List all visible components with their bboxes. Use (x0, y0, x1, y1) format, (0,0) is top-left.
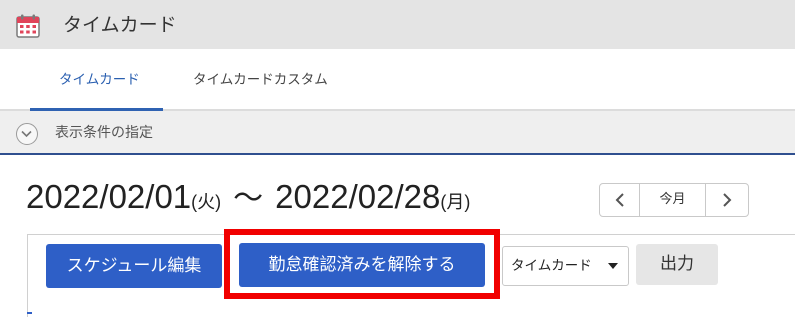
content-edge-mark (27, 312, 32, 314)
filter-bar[interactable]: 表示条件の指定 (0, 111, 795, 155)
schedule-edit-button[interactable]: スケジュール編集 (46, 244, 222, 288)
app-title: タイムカード (63, 14, 177, 36)
tab-timecard-custom[interactable]: タイムカードカスタム (193, 71, 328, 89)
end-date: 2022/02/28 (275, 178, 441, 215)
date-range-heading: 2022/02/01(火) 〜 2022/02/28(月) (26, 172, 470, 222)
tab-timecard[interactable]: タイムカード (59, 71, 140, 89)
highlight-box (224, 229, 500, 299)
this-month-button[interactable]: 今月 (640, 184, 705, 216)
start-weekday: (火) (191, 192, 222, 212)
chevron-down-circle-icon[interactable] (16, 123, 38, 145)
output-button[interactable]: 出力 (636, 244, 718, 285)
month-pager: 今月 (599, 183, 749, 217)
next-month-button[interactable] (705, 184, 748, 216)
filter-label[interactable]: 表示条件の指定 (55, 123, 153, 143)
date-range-separator: 〜 (233, 182, 264, 215)
chevron-left-icon (615, 193, 624, 207)
calendar-icon (16, 14, 40, 38)
view-select[interactable]: タイムカード (502, 246, 629, 286)
tab-bar: タイムカード タイムカードカスタム (0, 49, 795, 111)
caret-down-icon (608, 263, 618, 269)
app-header: タイムカード (0, 0, 795, 49)
prev-month-button[interactable] (600, 184, 640, 216)
start-date: 2022/02/01 (26, 178, 192, 215)
view-select-value: タイムカード (511, 258, 592, 274)
end-weekday: (月) (440, 192, 471, 212)
chevron-right-icon (723, 193, 732, 207)
